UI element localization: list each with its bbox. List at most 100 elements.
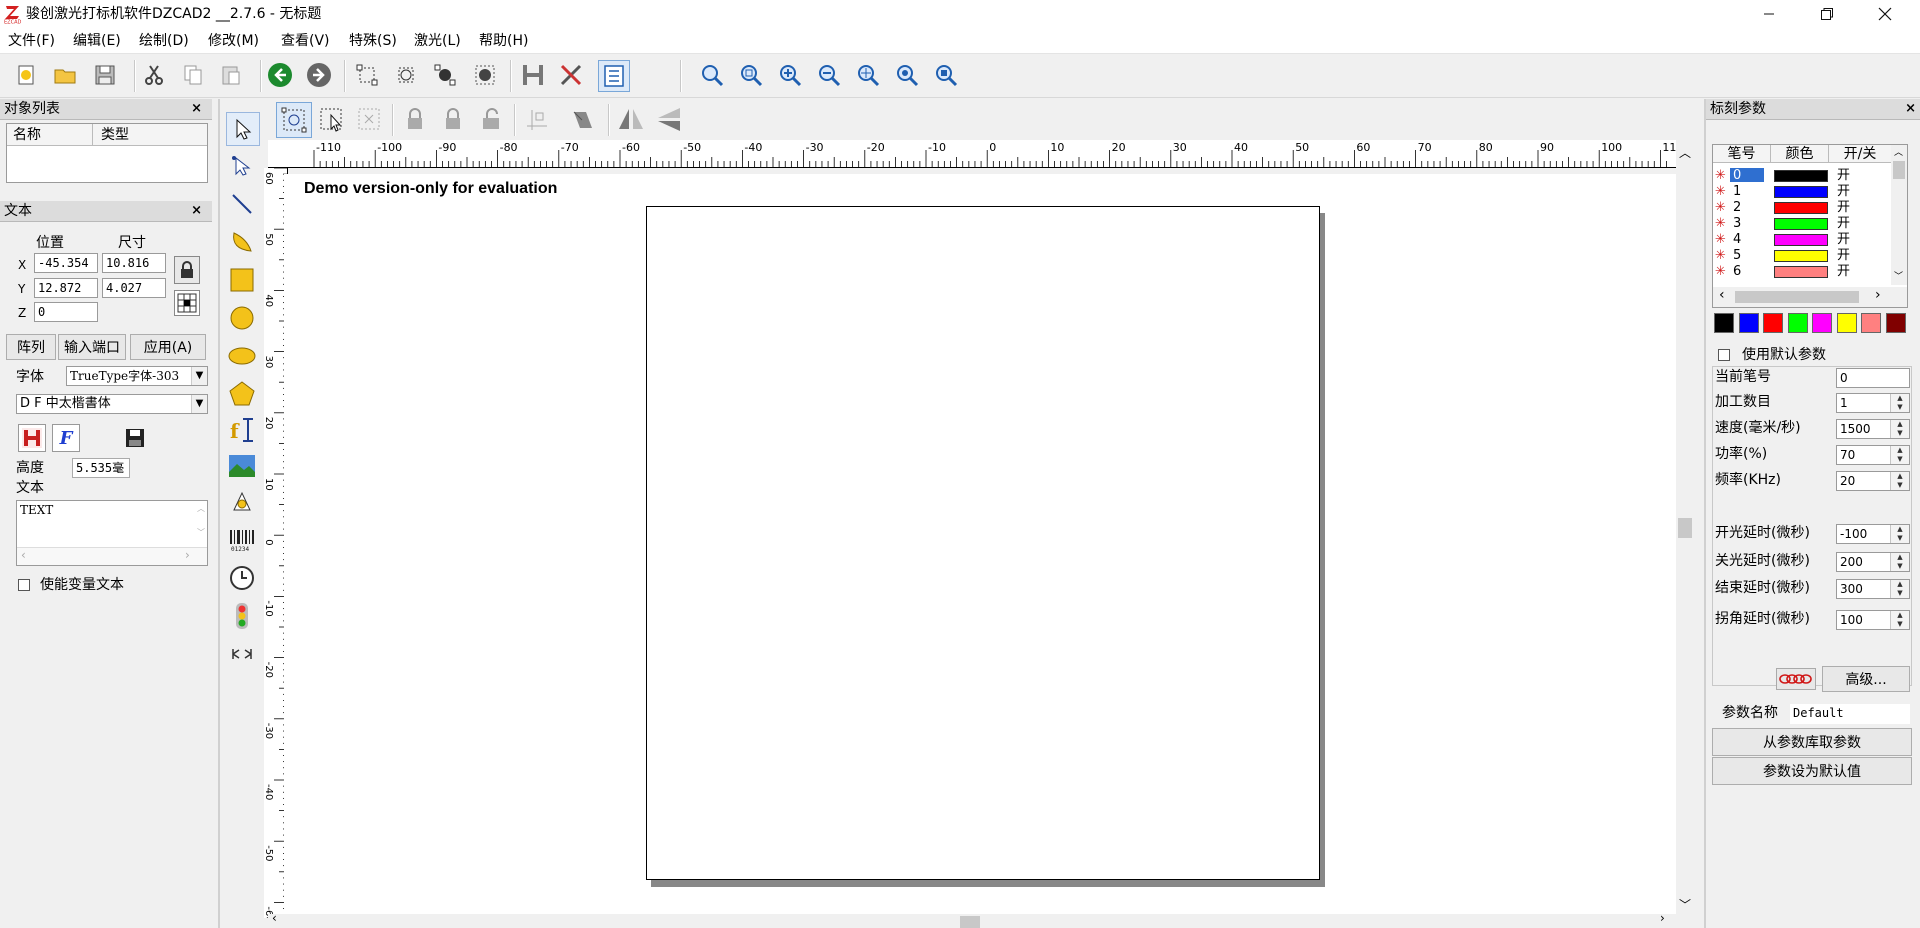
scroll-right-icon[interactable]: › <box>1875 287 1881 303</box>
pen-color-swatch[interactable] <box>1774 250 1828 262</box>
forward-arrow-icon[interactable] <box>304 60 334 90</box>
scroll-up-icon[interactable]: ︿ <box>1894 145 1903 158</box>
pen-row[interactable]: ✳ 4 开 <box>1712 232 1896 248</box>
pen-color-swatch[interactable] <box>1774 234 1828 246</box>
vector-file-icon[interactable] <box>226 486 258 518</box>
minimize-icon[interactable] <box>1746 0 1792 28</box>
line-tool-icon[interactable] <box>226 188 258 220</box>
scroll-thumb[interactable] <box>1678 518 1692 538</box>
scroll-down-icon[interactable]: ﹀ <box>1679 896 1691 913</box>
zoom-out-icon[interactable] <box>814 60 844 90</box>
spinner-arrows-icon[interactable]: ▲ ▼ <box>1890 472 1909 490</box>
text-input-area[interactable]: TEXT ︿ ﹀ ‹ › <box>16 500 208 566</box>
spinner-arrows-icon[interactable]: ▲ ▼ <box>1890 525 1909 543</box>
group-icon[interactable] <box>391 60 421 90</box>
scroll-right-icon[interactable]: › <box>1660 911 1665 925</box>
scroll-up-icon[interactable]: ︿ <box>197 503 205 514</box>
combine-icon[interactable] <box>470 60 500 90</box>
spinner-arrows-icon[interactable]: ▲ ▼ <box>1890 611 1909 629</box>
menu-special[interactable]: 特殊(S) <box>349 31 397 51</box>
curve-edit-icon[interactable] <box>226 150 258 182</box>
spinner-arrows-icon[interactable]: ▲ ▼ <box>1890 553 1909 571</box>
column-type[interactable]: 类型 <box>93 124 207 146</box>
lock-icon[interactable] <box>174 256 200 284</box>
io-signal-icon[interactable] <box>226 600 258 632</box>
anchor-grid-icon[interactable] <box>174 290 200 316</box>
input-port-button[interactable]: 输入端口 <box>58 334 126 360</box>
truetype-font-icon[interactable]: F <box>52 424 80 452</box>
mirror-horizontal-icon[interactable] <box>614 102 648 136</box>
menu-modify[interactable]: 修改(M) <box>208 31 259 51</box>
work-area[interactable] <box>646 206 1320 880</box>
close-icon[interactable]: × <box>1905 99 1916 119</box>
rectangle-tool-icon[interactable] <box>226 264 258 296</box>
palette-swatch[interactable] <box>1861 313 1881 333</box>
select-arrow-icon[interactable] <box>226 112 260 146</box>
y-size-field[interactable]: 4.027 <box>102 278 166 298</box>
vertical-scrollbar[interactable]: ︿ ﹀ <box>1676 140 1694 918</box>
close-icon[interactable]: × <box>191 99 202 119</box>
lock-object-icon[interactable] <box>398 102 432 136</box>
unlock-all-icon[interactable] <box>474 102 508 136</box>
menu-laser[interactable]: 激光(L) <box>414 31 461 51</box>
param-spinbox[interactable]: 70 ▲ ▼ <box>1836 445 1910 465</box>
reference-point-icon[interactable] <box>520 102 554 136</box>
pen-row[interactable]: ✳ 6 开 <box>1712 264 1896 280</box>
tools-icon[interactable] <box>556 60 586 90</box>
param-spinbox[interactable]: 1 ▲ ▼ <box>1836 393 1910 413</box>
save-icon[interactable] <box>90 60 120 90</box>
menu-view[interactable]: 查看(V) <box>281 31 330 51</box>
chevron-down-icon[interactable]: ▼ <box>191 367 207 385</box>
palette-swatch[interactable] <box>1738 313 1759 333</box>
menu-edit[interactable]: 编辑(E) <box>73 31 121 51</box>
zoom-selected-icon[interactable] <box>931 60 961 90</box>
pen-row[interactable]: ✳ 1 开 <box>1712 184 1896 200</box>
scroll-down-icon[interactable]: ﹀ <box>197 527 205 538</box>
palette-swatch[interactable] <box>1714 313 1734 333</box>
pen-row[interactable]: ✳ 5 开 <box>1712 248 1896 264</box>
ellipse-tool-icon[interactable] <box>226 340 258 372</box>
y-position-field[interactable]: 12.872 <box>34 278 98 298</box>
properties-list-icon[interactable] <box>598 60 630 92</box>
scroll-right-icon[interactable]: › <box>185 548 190 562</box>
apply-button[interactable]: 应用(A) <box>130 334 206 360</box>
save-font-icon[interactable] <box>122 424 148 452</box>
bitmap-tool-icon[interactable] <box>226 450 258 482</box>
scroll-thumb[interactable] <box>960 916 980 928</box>
param-spinbox[interactable]: 200 ▲ ▼ <box>1836 552 1910 572</box>
unlock-object-icon[interactable] <box>436 102 470 136</box>
close-icon[interactable] <box>1862 0 1908 28</box>
palette-swatch[interactable] <box>1885 313 1906 333</box>
drawing-canvas[interactable]: Demo version-only for evaluation <box>284 174 1676 918</box>
chevron-down-icon[interactable]: ▼ <box>191 395 207 413</box>
pen-color-swatch[interactable] <box>1774 186 1828 198</box>
font-name-select[interactable]: D F 中太楷書体 ▼ <box>16 394 208 414</box>
scroll-left-icon[interactable]: ‹ <box>1719 287 1725 303</box>
variable-text-checkbox[interactable] <box>18 579 30 591</box>
spinner-arrows-icon[interactable]: ▲ ▼ <box>1890 580 1909 598</box>
text-tool-icon[interactable]: f <box>226 414 258 446</box>
menu-draw[interactable]: 绘制(D) <box>139 31 189 51</box>
pen-row[interactable]: ✳ 2 开 <box>1712 200 1896 216</box>
menu-file[interactable]: 文件(F) <box>8 31 55 51</box>
param-spinbox[interactable]: -100 ▲ ▼ <box>1836 524 1910 544</box>
restore-icon[interactable] <box>1804 0 1850 28</box>
horizontal-scrollbar[interactable]: ‹ › <box>17 547 207 565</box>
deselect-icon[interactable] <box>352 102 386 136</box>
spinner-arrows-icon[interactable]: ▲ ▼ <box>1890 446 1909 464</box>
x-position-field[interactable]: -45.354 <box>34 253 98 273</box>
horizontal-scrollbar[interactable]: ‹ › <box>1713 287 1907 307</box>
pen-color-swatch[interactable] <box>1774 202 1828 214</box>
hatch-h-icon[interactable] <box>518 60 548 90</box>
param-spinbox[interactable]: 1500 ▲ ▼ <box>1836 419 1910 439</box>
barcode-tool-icon[interactable]: 01234 <box>226 524 258 556</box>
zoom-all-icon[interactable] <box>892 60 922 90</box>
zoom-in-icon[interactable] <box>775 60 805 90</box>
pen-color-swatch[interactable] <box>1774 170 1828 182</box>
z-position-field[interactable]: 0 <box>34 302 98 322</box>
rotate-icon[interactable] <box>566 102 600 136</box>
advanced-button[interactable]: 高级... <box>1822 666 1910 692</box>
select-frame-icon[interactable] <box>276 102 312 138</box>
menu-help[interactable]: 帮助(H) <box>479 31 528 51</box>
pen-row[interactable]: ✳ 0 开 <box>1712 168 1896 184</box>
